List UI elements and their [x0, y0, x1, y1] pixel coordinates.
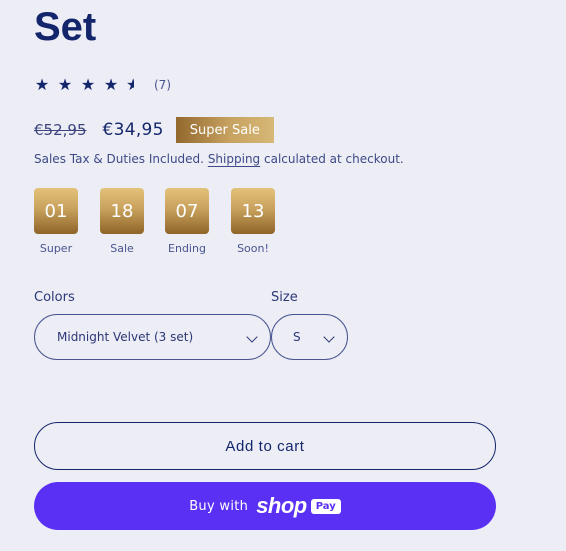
shop-pay-button[interactable]: Buy with shop Pay [34, 482, 496, 530]
countdown-label: Ending [168, 242, 206, 255]
star-icon: ★ [103, 75, 119, 94]
size-select-value: S [293, 330, 301, 344]
pay-badge: Pay [310, 498, 341, 514]
add-to-cart-button[interactable]: Add to cart [34, 422, 496, 470]
countdown-label: Super [39, 242, 73, 255]
countdown-block: 18 [100, 188, 144, 234]
price-row: €52,95 €34,95 Super Sale [34, 117, 274, 143]
rating-stars: ★ ★ ★ ★ ★ [34, 75, 142, 95]
countdown-block: 13 [231, 188, 275, 234]
chevron-down-icon [246, 331, 258, 343]
star-icon: ★ [57, 75, 73, 94]
buy-with-label: Buy with [189, 498, 249, 514]
star-icon: ★ [34, 75, 50, 94]
colors-label: Colors [34, 290, 75, 305]
size-label: Size [271, 290, 298, 305]
countdown-label: Sale [110, 242, 134, 255]
countdown-block: 01 [34, 188, 78, 234]
sale-price: €34,95 [102, 120, 164, 140]
tax-note-text: Sales Tax & Duties Included. [34, 152, 208, 166]
countdown-block: 07 [165, 188, 209, 234]
product-rating[interactable]: ★ ★ ★ ★ ★ (7) [34, 75, 171, 95]
countdown-label: Soon! [237, 242, 269, 255]
product-title: Set [34, 5, 97, 49]
size-select[interactable]: S [271, 314, 348, 360]
colors-select[interactable]: Midnight Velvet (3 set) [34, 314, 271, 360]
regular-price: €52,95 [34, 121, 87, 139]
colors-select-value: Midnight Velvet (3 set) [57, 330, 194, 344]
shop-pay-logo: shop [256, 493, 307, 518]
super-sale-badge: Super Sale [175, 117, 274, 143]
shipping-link[interactable]: Shipping [208, 152, 260, 166]
chevron-down-icon [323, 331, 335, 343]
rating-count[interactable]: (7) [154, 78, 171, 92]
half-star-icon: ★ [126, 76, 142, 94]
star-icon: ★ [80, 75, 96, 94]
tax-note: Sales Tax & Duties Included. Shipping ca… [34, 152, 404, 166]
tax-note-suffix: calculated at checkout. [260, 152, 404, 166]
